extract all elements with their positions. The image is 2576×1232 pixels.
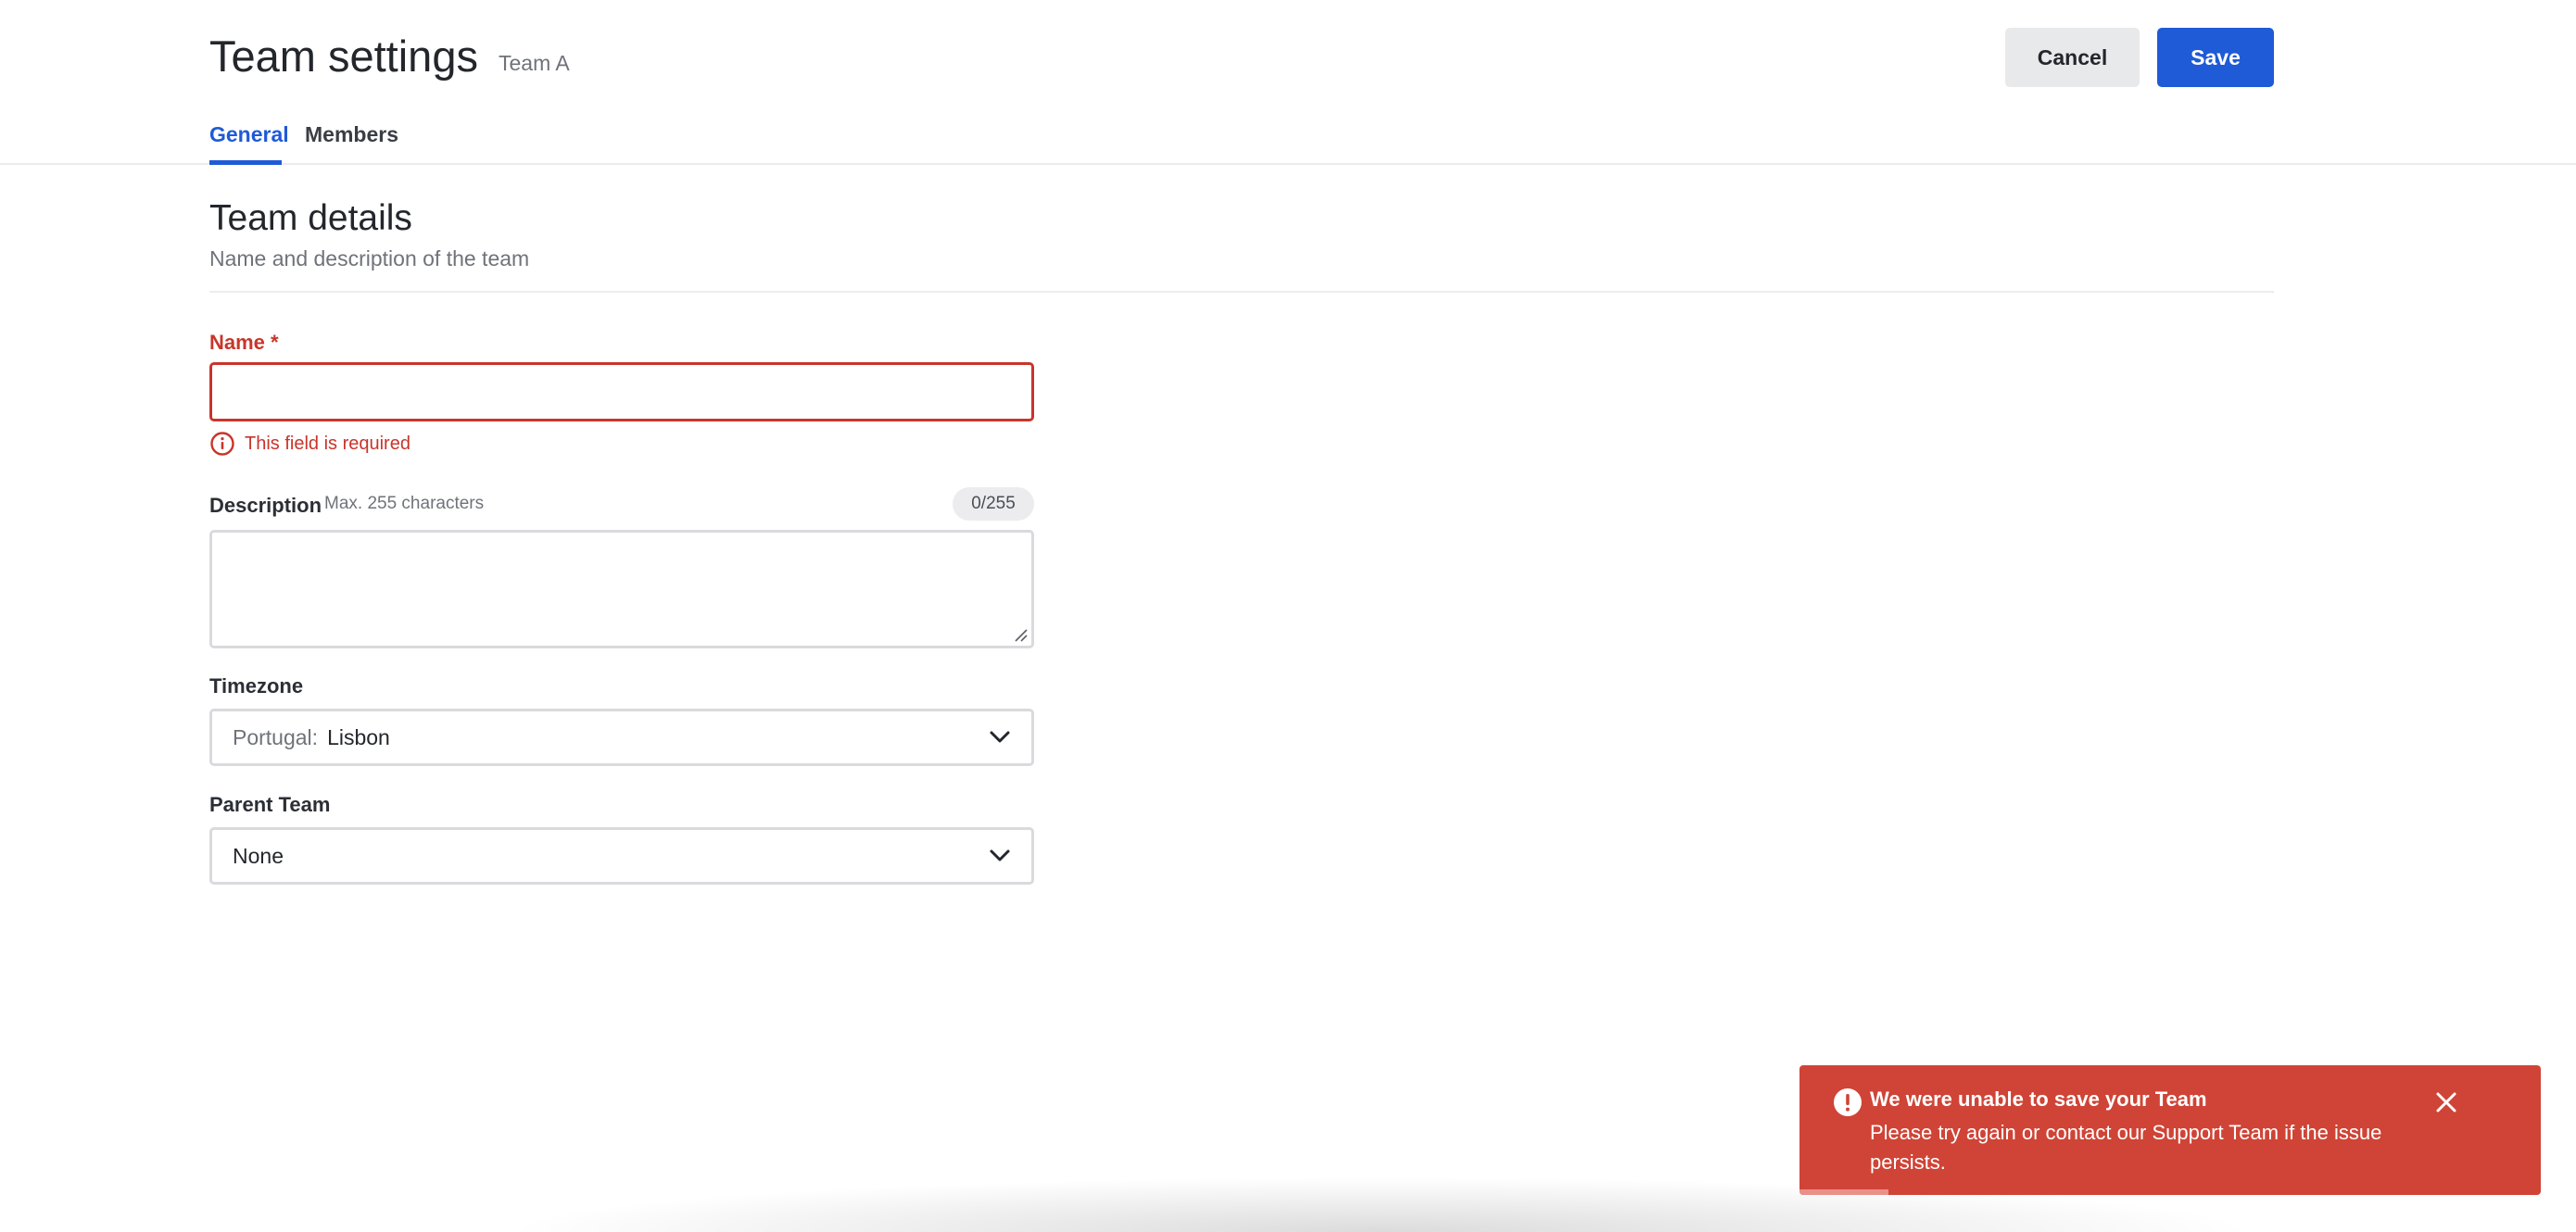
info-circle-icon [210, 432, 234, 456]
page-header: Team settings Team A Cancel Save General… [0, 0, 2576, 165]
name-label: Name * [209, 331, 279, 354]
page-subtitle: Team A [499, 51, 570, 75]
toast-title: We were unable to save your Team [1870, 1087, 2207, 1111]
chevron-down-icon [990, 849, 1010, 861]
description-hint: Max. 255 characters [324, 494, 485, 513]
chevron-down-icon [990, 731, 1010, 743]
name-input[interactable] [209, 362, 1034, 421]
timezone-prefix: Portugal: [233, 724, 319, 749]
tab-general[interactable]: General [209, 119, 289, 165]
section-subtitle: Name and description of the team [209, 246, 530, 270]
character-counter: 0/255 [953, 487, 1034, 521]
name-error-text: This field is required [245, 433, 410, 454]
page-title: Team settings [209, 31, 478, 81]
toast-message: Please try again or contact our Support … [1870, 1121, 2382, 1174]
section-title: Team details [209, 198, 412, 238]
name-error: This field is required [209, 430, 410, 458]
description-textarea[interactable] [209, 530, 1034, 648]
description-label: Description [209, 494, 322, 517]
exclamation-circle-icon [1834, 1088, 1862, 1116]
section-divider [209, 291, 2274, 293]
parent-team-value: None [233, 843, 284, 868]
toast-progress-track [1799, 1189, 2541, 1195]
error-toast: We were unable to save your Team Please … [1799, 1065, 2541, 1195]
parent-team-label: Parent Team [209, 793, 331, 816]
toast-progress-bar [1799, 1189, 1888, 1195]
parent-team-select[interactable]: None [209, 827, 1034, 885]
timezone-value: Lisbon [327, 724, 390, 749]
toast-close-button[interactable] [2430, 1086, 2463, 1119]
timezone-label: Timezone [209, 674, 304, 698]
close-icon [2436, 1092, 2456, 1113]
resize-handle-icon[interactable] [1013, 627, 1028, 642]
save-button[interactable]: Save [2157, 28, 2274, 87]
timezone-select[interactable]: Portugal: Lisbon [209, 709, 1034, 766]
cancel-button[interactable]: Cancel [2005, 28, 2140, 87]
tab-members[interactable]: Members [305, 119, 398, 165]
